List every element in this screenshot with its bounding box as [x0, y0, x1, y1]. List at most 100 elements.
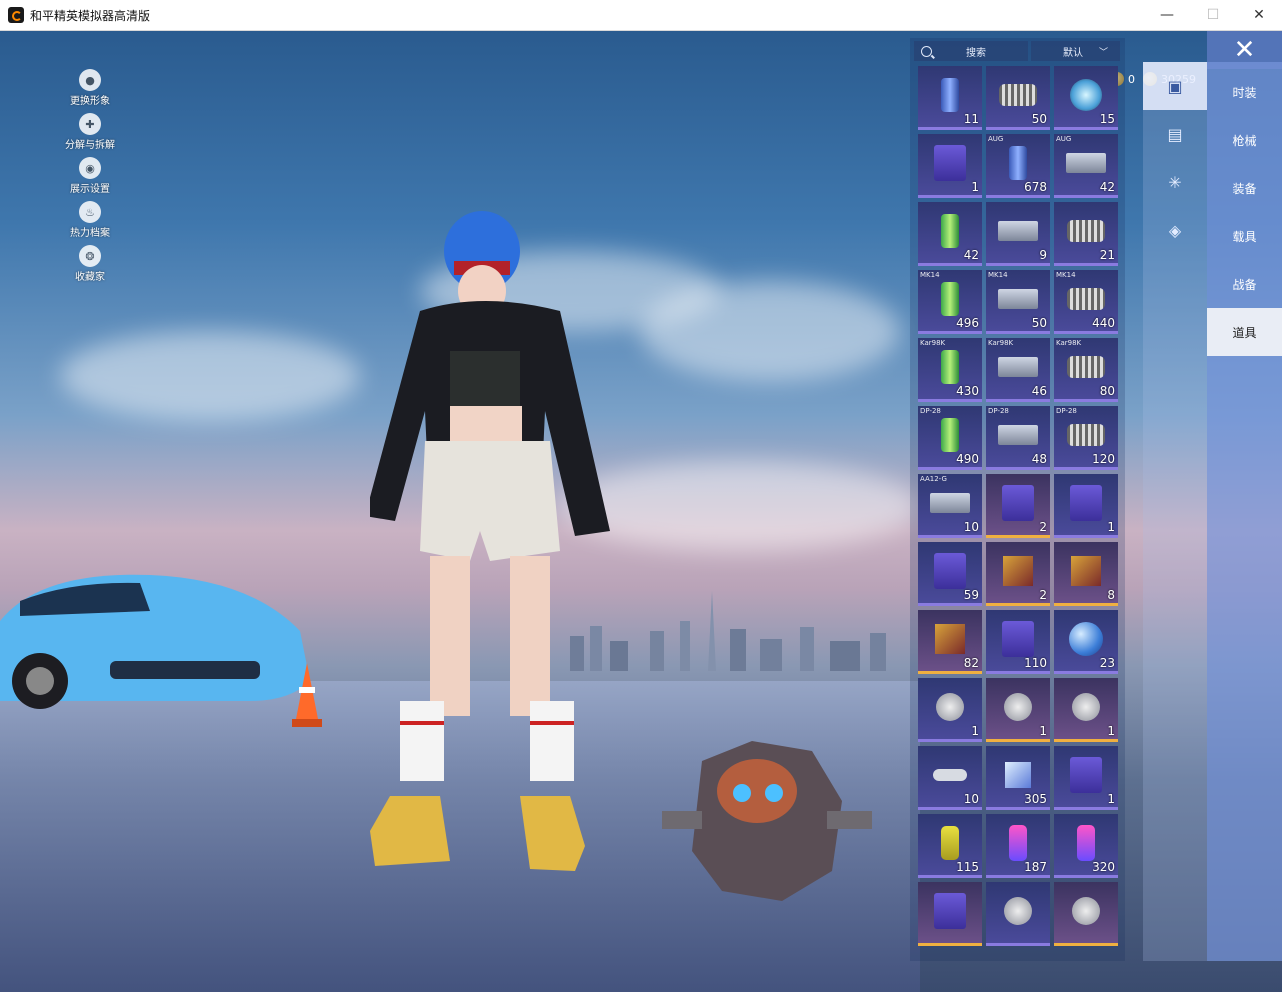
menu-label: 展示设置	[70, 184, 110, 195]
inventory-item[interactable]: MK14 50	[986, 270, 1050, 334]
flame-icon: ♨	[79, 201, 101, 223]
menu-heat-profile[interactable]: ♨ 热力档案	[58, 201, 122, 239]
box-icon	[930, 493, 970, 514]
inventory-item[interactable]: 82	[918, 610, 982, 674]
item-quantity: 80	[1099, 384, 1115, 398]
inventory-item[interactable]: 1	[918, 134, 982, 198]
item-weapon-tag: DP-28	[988, 407, 1009, 415]
inventory-grid: 11 50 15 1 AUG 678 AUG 42 42 9 21 MK14 496 MK14 50 MK14…	[918, 66, 1118, 946]
menu-label: 分解与拆解	[65, 140, 115, 151]
inventory-item[interactable]: 1	[918, 678, 982, 742]
inventory-search[interactable]: 搜索	[914, 41, 1028, 61]
inventory-item[interactable]: 305	[986, 746, 1050, 810]
inventory-item[interactable]: 50	[986, 66, 1050, 130]
burst-icon[interactable]: ✳	[1143, 158, 1207, 206]
can-icon	[1009, 146, 1027, 181]
inventory-item[interactable]: 1	[1054, 474, 1118, 538]
category-tab[interactable]: 道具	[1207, 308, 1282, 356]
inventory-item[interactable]: 115	[918, 814, 982, 878]
inventory-item[interactable]: 21	[1054, 202, 1118, 266]
maximize-button[interactable]: ☐	[1190, 0, 1236, 30]
item-quantity: 2	[1039, 588, 1047, 602]
inventory-item[interactable]: MK14 496	[918, 270, 982, 334]
paint-icon	[1009, 825, 1027, 862]
inventory-item[interactable]: Kar98K 46	[986, 338, 1050, 402]
item-quantity: 440	[1092, 316, 1115, 330]
item-quantity: 50	[1031, 112, 1047, 126]
item-quantity: 430	[956, 384, 979, 398]
menu-display-settings[interactable]: ◉ 展示设置	[58, 157, 122, 195]
item-weapon-tag: Kar98K	[920, 339, 946, 347]
inventory-item[interactable]: AUG 678	[986, 134, 1050, 198]
category-tab[interactable]: 载具	[1207, 212, 1282, 260]
puzzle-icon: ✚	[79, 113, 101, 135]
item-weapon-tag: MK14	[988, 271, 1008, 279]
item-weapon-tag: DP-28	[920, 407, 941, 415]
inventory-item[interactable]: DP-28 490	[918, 406, 982, 470]
inventory-item[interactable]: 320	[1054, 814, 1118, 878]
inventory-item[interactable]: AUG 42	[1054, 134, 1118, 198]
item-quantity: 42	[1099, 180, 1115, 194]
item-weapon-tag: Kar98K	[988, 339, 1014, 347]
inventory-item[interactable]: AA12-G 10	[918, 474, 982, 538]
inventory-item[interactable]: 10	[918, 746, 982, 810]
item-quantity: 50	[1031, 316, 1047, 330]
spring-icon	[999, 84, 1037, 107]
inventory-item[interactable]: 187	[986, 814, 1050, 878]
category-tab[interactable]: 战备	[1207, 260, 1282, 308]
gold-card-icon	[1002, 485, 1034, 522]
inventory-item[interactable]: 42	[918, 202, 982, 266]
inventory-item[interactable]	[1054, 882, 1118, 946]
menu-change-avatar[interactable]: ● 更换形象	[58, 69, 122, 107]
menu-collector[interactable]: ❂ 收藏家	[58, 245, 122, 283]
item-weapon-tag: DP-28	[1056, 407, 1077, 415]
minimize-button[interactable]: —	[1144, 0, 1190, 30]
inventory-item[interactable]: 15	[1054, 66, 1118, 130]
ticket-icon[interactable]: ◈	[1143, 206, 1207, 254]
inventory-item[interactable]: DP-28 120	[1054, 406, 1118, 470]
menu-disassemble[interactable]: ✚ 分解与拆解	[58, 113, 122, 151]
category-tab[interactable]: 装备	[1207, 164, 1282, 212]
inventory-item[interactable]: 2	[986, 474, 1050, 538]
menu-label: 更换形象	[70, 96, 110, 107]
item-quantity: 48	[1031, 452, 1047, 466]
inventory-item[interactable]: 2	[986, 542, 1050, 606]
inventory-item[interactable]: 9	[986, 202, 1050, 266]
inventory-item[interactable]: Kar98K 80	[1054, 338, 1118, 402]
outfit-card-icon[interactable]: ▣	[1143, 62, 1207, 110]
inventory-item[interactable]: 1	[1054, 746, 1118, 810]
item-quantity: 42	[963, 248, 979, 262]
inventory-item[interactable]: 59	[918, 542, 982, 606]
inventory-item[interactable]: 23	[1054, 610, 1118, 674]
item-quantity: 10	[963, 520, 979, 534]
inventory-item[interactable]	[986, 882, 1050, 946]
item-quantity: 1	[1107, 792, 1115, 806]
inventory-item[interactable]	[918, 882, 982, 946]
item-quantity: 187	[1024, 860, 1047, 874]
inventory-item[interactable]: 1	[1054, 678, 1118, 742]
inventory-item[interactable]: 1	[986, 678, 1050, 742]
item-quantity: 1	[1039, 724, 1047, 738]
medal-icon	[936, 693, 964, 722]
inventory-item[interactable]: 110	[986, 610, 1050, 674]
card-icon	[1070, 485, 1102, 522]
item-quantity: 496	[956, 316, 979, 330]
category-tab[interactable]: 时装	[1207, 68, 1282, 116]
inventory-item[interactable]: 11	[918, 66, 982, 130]
item-weapon-tag: Kar98K	[1056, 339, 1082, 347]
avatar-icon: ●	[79, 69, 101, 91]
calendar-icon[interactable]: ▤	[1143, 110, 1207, 158]
spring-icon	[1067, 356, 1105, 379]
item-quantity: 59	[963, 588, 979, 602]
inventory-item[interactable]: Kar98K 430	[918, 338, 982, 402]
inventory-item[interactable]: MK14 440	[1054, 270, 1118, 334]
inventory-item[interactable]: 8	[1054, 542, 1118, 606]
item-weapon-tag: AUG	[988, 135, 1004, 143]
box-icon	[998, 289, 1038, 310]
category-tab[interactable]: 枪械	[1207, 116, 1282, 164]
app-logo-icon	[8, 7, 24, 23]
inventory-item[interactable]: DP-28 48	[986, 406, 1050, 470]
sort-dropdown[interactable]: 默认 ﹀	[1031, 41, 1120, 61]
paint-icon	[1077, 825, 1095, 862]
close-window-button[interactable]: ✕	[1236, 0, 1282, 30]
